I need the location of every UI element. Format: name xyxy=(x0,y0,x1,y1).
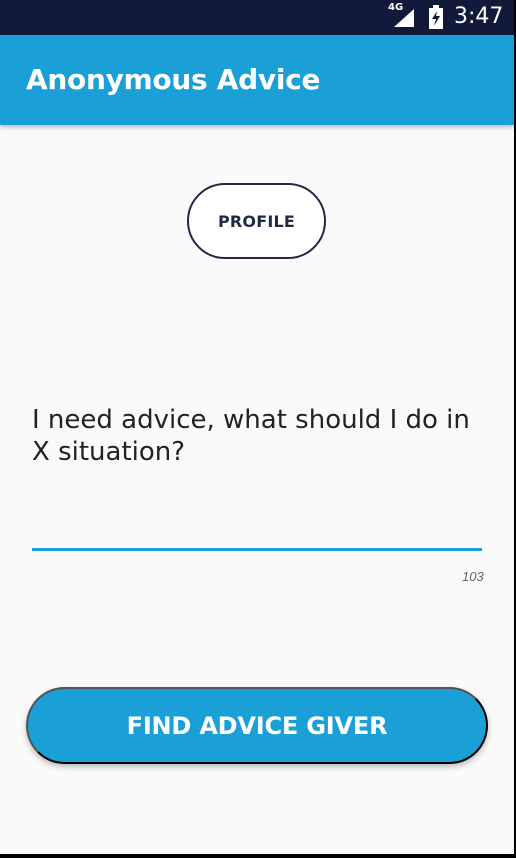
answer-input[interactable] xyxy=(32,548,482,551)
advice-question: I need advice, what should I do in X sit… xyxy=(32,405,470,467)
app-bar: Anonymous Advice xyxy=(0,35,514,125)
status-bar: 4G 3:47 xyxy=(0,0,514,35)
screen: 4G 3:47 Anonymous Advice PROFILE I need … xyxy=(0,0,514,854)
character-counter: 103 xyxy=(462,569,484,584)
status-clock: 3:47 xyxy=(454,4,504,29)
profile-button[interactable]: PROFILE xyxy=(187,183,326,259)
battery-charging-icon xyxy=(429,5,443,29)
cell-signal-icon xyxy=(394,9,414,27)
app-title: Anonymous Advice xyxy=(26,63,321,96)
find-advice-giver-button[interactable]: FIND ADVICE GIVER xyxy=(26,687,488,764)
